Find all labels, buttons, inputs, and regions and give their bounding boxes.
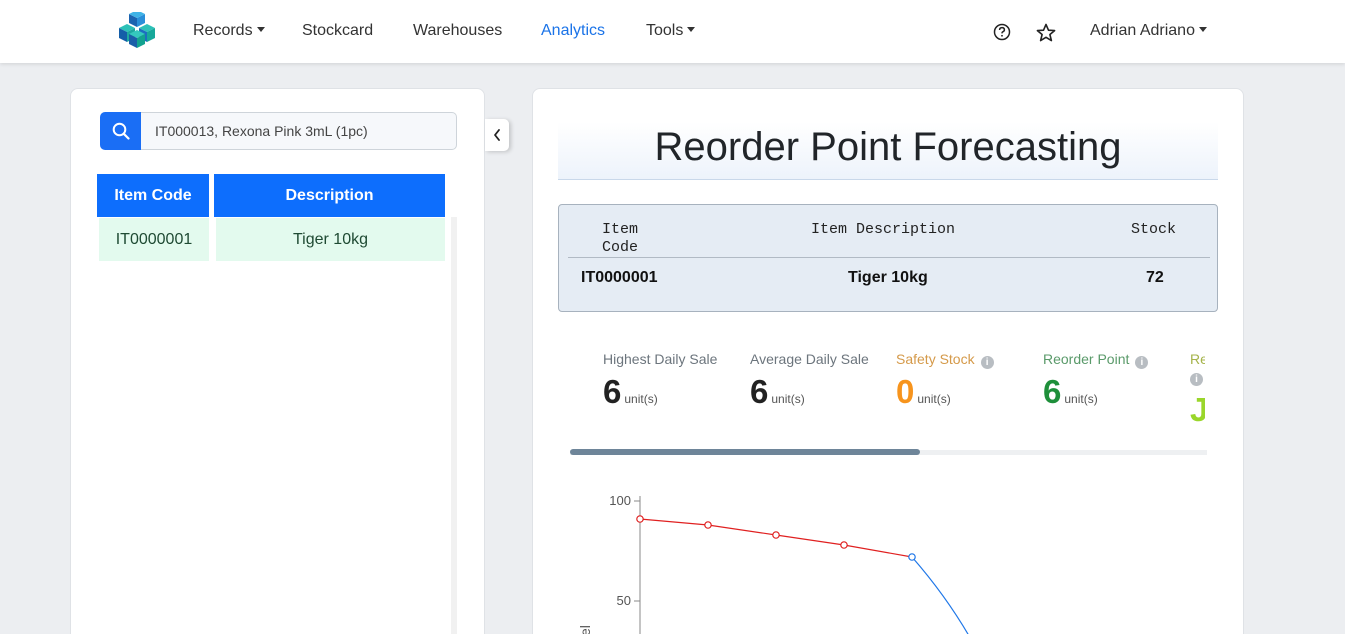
stat-value: 6 [603, 373, 622, 410]
user-menu[interactable]: Adrian Adriano [1090, 22, 1207, 40]
data-point [772, 531, 780, 539]
stat-label: Safety Stock [896, 351, 975, 367]
column-header-description[interactable]: Description [214, 174, 445, 217]
item-info-box: Item Code Item Description Stock IT00000… [558, 204, 1218, 312]
nav-stockcard-label: Stockcard [302, 22, 374, 39]
info-header-description: Item Description [811, 221, 956, 238]
series-line-forecast [911, 556, 969, 634]
table-cell-description[interactable]: Tiger 10kg [216, 218, 445, 261]
stat-reorder-point: Reorder Point i 6 unit(s) [1043, 351, 1149, 410]
stat-average-daily-sale: Average Daily Sale 6 unit(s) [750, 351, 869, 410]
page-title: Reorder Point Forecasting [654, 125, 1122, 169]
top-navbar: Records Stockcard Warehouses Analytics T… [0, 0, 1345, 63]
caret-down-icon [1198, 27, 1207, 32]
star-icon[interactable] [1036, 23, 1056, 43]
data-point [908, 553, 916, 561]
collapse-panel-button[interactable] [485, 119, 509, 151]
data-point [704, 521, 712, 529]
search-button[interactable] [100, 112, 141, 150]
stat-value: 0 [896, 373, 915, 410]
logo-cubes-icon[interactable] [116, 12, 158, 50]
info-stock: 72 [1146, 269, 1164, 286]
stat-label: Highest Daily Sale [603, 351, 718, 367]
caret-down-icon [256, 27, 265, 32]
item-search-panel: Item Code Description IT0000001 Tiger 10… [70, 88, 485, 634]
stat-label: Re [1190, 351, 1205, 367]
y-tick-label: 50 [617, 593, 631, 608]
chevron-left-icon [494, 129, 500, 141]
nav-stockcard[interactable]: Stockcard [302, 22, 373, 40]
nav-warehouses[interactable]: Warehouses [413, 22, 502, 40]
table-scrollbar[interactable] [451, 217, 457, 634]
stats-scrollbar-thumb[interactable] [570, 449, 921, 455]
y-axis-label: el [577, 625, 593, 634]
stat-unit: unit(s) [771, 392, 805, 406]
column-header-item-code[interactable]: Item Code [97, 174, 209, 217]
info-item-code: IT0000001 [581, 269, 658, 286]
stat-value: 6 [1043, 373, 1062, 410]
forecast-chart: 100 50 el [577, 493, 969, 634]
user-name: Adrian Adriano [1090, 22, 1195, 39]
caret-down-icon [687, 27, 696, 32]
stat-label: Average Daily Sale [750, 351, 869, 367]
nav-tools-label: Tools [646, 22, 684, 39]
search-icon [112, 122, 130, 140]
search-bar [100, 112, 457, 150]
stat-value: 6 [750, 373, 769, 410]
nav-warehouses-label: Warehouses [413, 22, 503, 39]
info-icon[interactable]: i [980, 356, 994, 369]
stat-safety-stock: Safety Stock i 0 unit(s) [896, 351, 994, 410]
table-cell-item-code[interactable]: IT0000001 [99, 218, 209, 261]
nav-analytics[interactable]: Analytics [541, 22, 605, 40]
stat-unit: unit(s) [917, 392, 951, 406]
search-input[interactable] [141, 112, 457, 150]
info-icon[interactable]: i [1190, 373, 1203, 386]
nav-records-label: Records [193, 22, 253, 39]
data-point [840, 541, 848, 549]
stat-unit: unit(s) [624, 392, 658, 406]
info-icon[interactable]: i [1135, 356, 1149, 369]
info-header-stock: Stock [1131, 221, 1177, 238]
nav-tools[interactable]: Tools [646, 22, 696, 40]
info-item-description: Tiger 10kg [848, 269, 928, 286]
forecast-panel: Reorder Point Forecasting Item Code Item… [532, 88, 1244, 634]
stat-unit: unit(s) [1064, 392, 1098, 406]
stat-reorder-date: Re i J [1190, 351, 1205, 431]
stat-label: Reorder Point [1043, 351, 1130, 367]
divider [568, 257, 1210, 258]
y-tick-label: 100 [609, 493, 631, 508]
stat-value: J [1190, 391, 1205, 429]
nav-records[interactable]: Records [193, 22, 265, 40]
info-header-item-code: Item Code [602, 221, 639, 256]
stat-highest-daily-sale: Highest Daily Sale 6 unit(s) [603, 351, 718, 410]
title-band: Reorder Point Forecasting [558, 122, 1218, 180]
nav-analytics-label: Analytics [541, 22, 606, 39]
data-point [636, 515, 644, 523]
help-circle-icon[interactable] [992, 22, 1012, 42]
